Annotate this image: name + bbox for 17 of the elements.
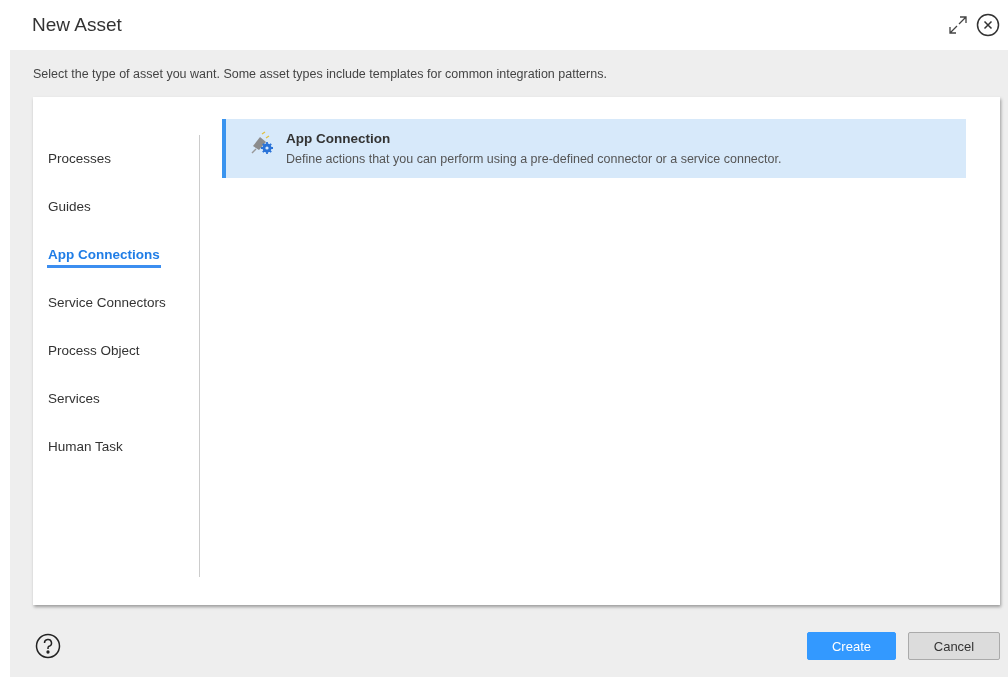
- category-tab[interactable]: Human Task: [47, 423, 199, 471]
- asset-type-item[interactable]: App Connection Define actions that you can perform using a pre-defined connector or a service connector.: [222, 119, 966, 178]
- dialog-title: New Asset: [32, 14, 122, 36]
- instructions-text: Select the type of asset you want. Some asset types include templates for common integration patterns.: [33, 66, 608, 83]
- asset-type-description: Define actions that you can perform using a pre-defined connector or a service connector.: [286, 152, 782, 166]
- category-tab[interactable]: Processes: [47, 135, 199, 183]
- asset-type-title: App Connection: [286, 131, 392, 146]
- category-tab[interactable]: Services: [47, 375, 199, 423]
- plug-gear-icon: [250, 131, 274, 155]
- category-tab[interactable]: Guides: [47, 183, 199, 231]
- close-icon[interactable]: [976, 13, 1000, 37]
- category-tab[interactable]: App Connections: [47, 231, 199, 279]
- cancel-button[interactable]: Cancel: [908, 632, 1000, 660]
- category-tab[interactable]: Process Object: [47, 327, 199, 375]
- help-icon[interactable]: [35, 633, 61, 659]
- category-tab[interactable]: Service Connectors: [47, 279, 199, 327]
- expand-icon[interactable]: [948, 15, 968, 35]
